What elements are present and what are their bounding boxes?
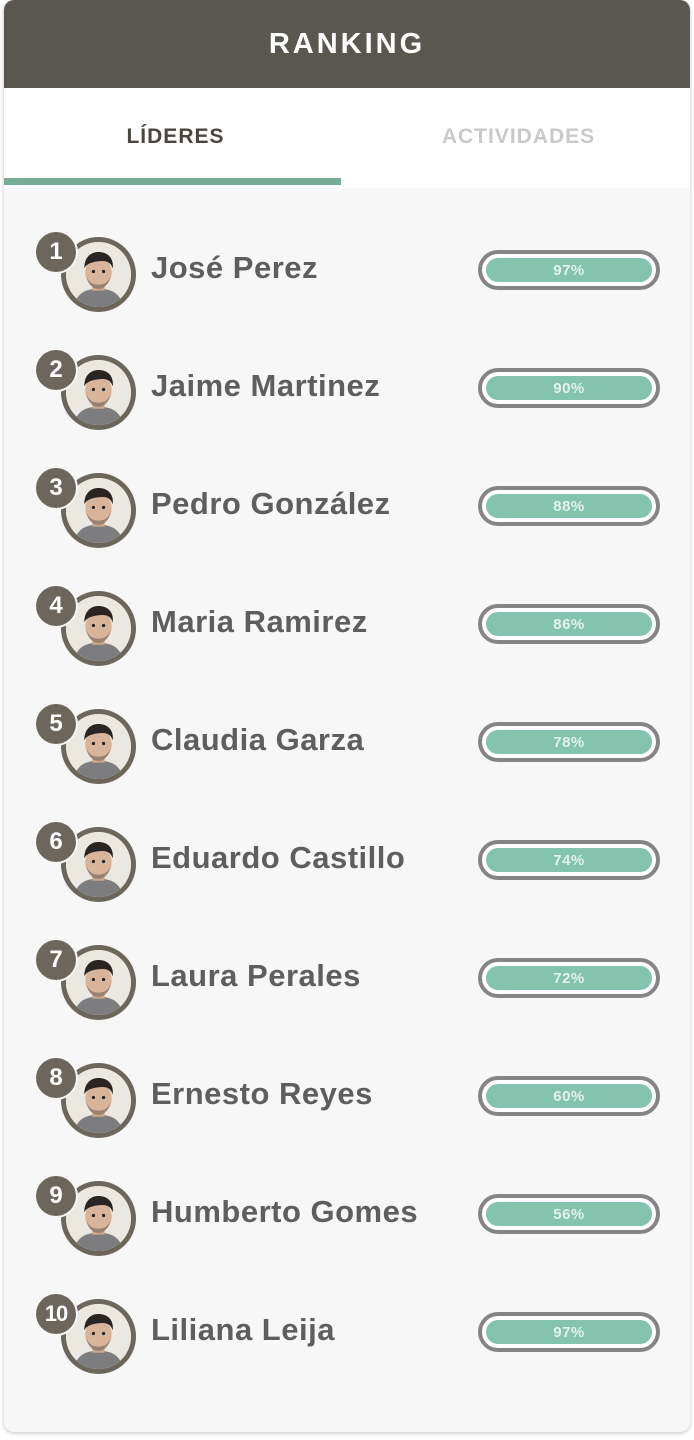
progress-label: 72% — [553, 969, 585, 987]
rank-badge: 10 — [36, 1294, 76, 1334]
page-title: RANKING — [268, 27, 426, 60]
progress-label: 88% — [553, 497, 585, 515]
progress-bar: 78% — [478, 722, 660, 762]
leader-name: Humberto Gomes — [151, 1194, 419, 1229]
progress-fill: 74% — [486, 848, 652, 872]
progress-label: 78% — [553, 733, 585, 751]
list-item[interactable]: 7 Laura Perales 72% — [4, 940, 690, 1058]
ranking-card: RANKING LÍDERES ACTIVIDADES 1 José Perez… — [4, 0, 690, 1432]
list-item[interactable]: 2 Jaime Martinez 90% — [4, 350, 690, 468]
leaders-list: 1 José Perez 97% 2 Jaime Martinez 90% 3 … — [4, 188, 690, 1412]
progress-fill: 60% — [486, 1084, 652, 1108]
leader-name: Claudia Garza — [151, 722, 365, 757]
rank-badge: 3 — [36, 468, 76, 508]
progress-label: 97% — [553, 261, 585, 279]
progress-bar: 90% — [478, 368, 660, 408]
rank-badge: 6 — [36, 822, 76, 862]
progress-label: 60% — [553, 1087, 585, 1105]
rank-badge: 2 — [36, 350, 76, 390]
progress-bar: 60% — [478, 1076, 660, 1116]
tab-bar: LÍDERES ACTIVIDADES — [4, 88, 690, 188]
leader-name: Jaime Martinez — [151, 368, 381, 403]
leader-name: Maria Ramirez — [151, 604, 368, 639]
rank-badge: 1 — [36, 232, 76, 272]
list-item[interactable]: 4 Maria Ramirez 86% — [4, 586, 690, 704]
rank-badge: 4 — [36, 586, 76, 626]
leader-name: José Perez — [151, 250, 318, 285]
list-item[interactable]: 6 Eduardo Castillo 74% — [4, 822, 690, 940]
rank-badge: 5 — [36, 704, 76, 744]
progress-fill: 90% — [486, 376, 652, 400]
progress-bar: 88% — [478, 486, 660, 526]
rank-badge: 8 — [36, 1058, 76, 1098]
progress-bar: 56% — [478, 1194, 660, 1234]
header: RANKING — [4, 0, 690, 88]
tab-lideres[interactable]: LÍDERES — [4, 88, 347, 188]
progress-bar: 72% — [478, 958, 660, 998]
rank-badge: 7 — [36, 940, 76, 980]
list-item[interactable]: 1 José Perez 97% — [4, 232, 690, 350]
progress-fill: 56% — [486, 1202, 652, 1226]
progress-bar: 86% — [478, 604, 660, 644]
progress-fill: 97% — [486, 258, 652, 282]
progress-fill: 86% — [486, 612, 652, 636]
progress-label: 56% — [553, 1205, 585, 1223]
progress-fill: 97% — [486, 1320, 652, 1344]
list-item[interactable]: 9 Humberto Gomes 56% — [4, 1176, 690, 1294]
progress-label: 74% — [553, 851, 585, 869]
leader-name: Liliana Leija — [151, 1312, 335, 1347]
progress-label: 86% — [553, 615, 585, 633]
progress-bar: 74% — [478, 840, 660, 880]
leader-name: Eduardo Castillo — [151, 840, 406, 875]
list-item[interactable]: 5 Claudia Garza 78% — [4, 704, 690, 822]
progress-fill: 78% — [486, 730, 652, 754]
list-item[interactable]: 8 Ernesto Reyes 60% — [4, 1058, 690, 1176]
progress-fill: 88% — [486, 494, 652, 518]
rank-badge: 9 — [36, 1176, 76, 1216]
progress-fill: 72% — [486, 966, 652, 990]
list-item[interactable]: 10 Liliana Leija 97% — [4, 1294, 690, 1412]
progress-bar: 97% — [478, 1312, 660, 1352]
leader-name: Pedro González — [151, 486, 391, 521]
progress-label: 97% — [553, 1323, 585, 1341]
progress-label: 90% — [553, 379, 585, 397]
leader-name: Laura Perales — [151, 958, 361, 993]
progress-bar: 97% — [478, 250, 660, 290]
tab-actividades[interactable]: ACTIVIDADES — [347, 88, 690, 188]
active-tab-indicator — [4, 178, 341, 185]
list-item[interactable]: 3 Pedro González 88% — [4, 468, 690, 586]
leader-name: Ernesto Reyes — [151, 1076, 373, 1111]
